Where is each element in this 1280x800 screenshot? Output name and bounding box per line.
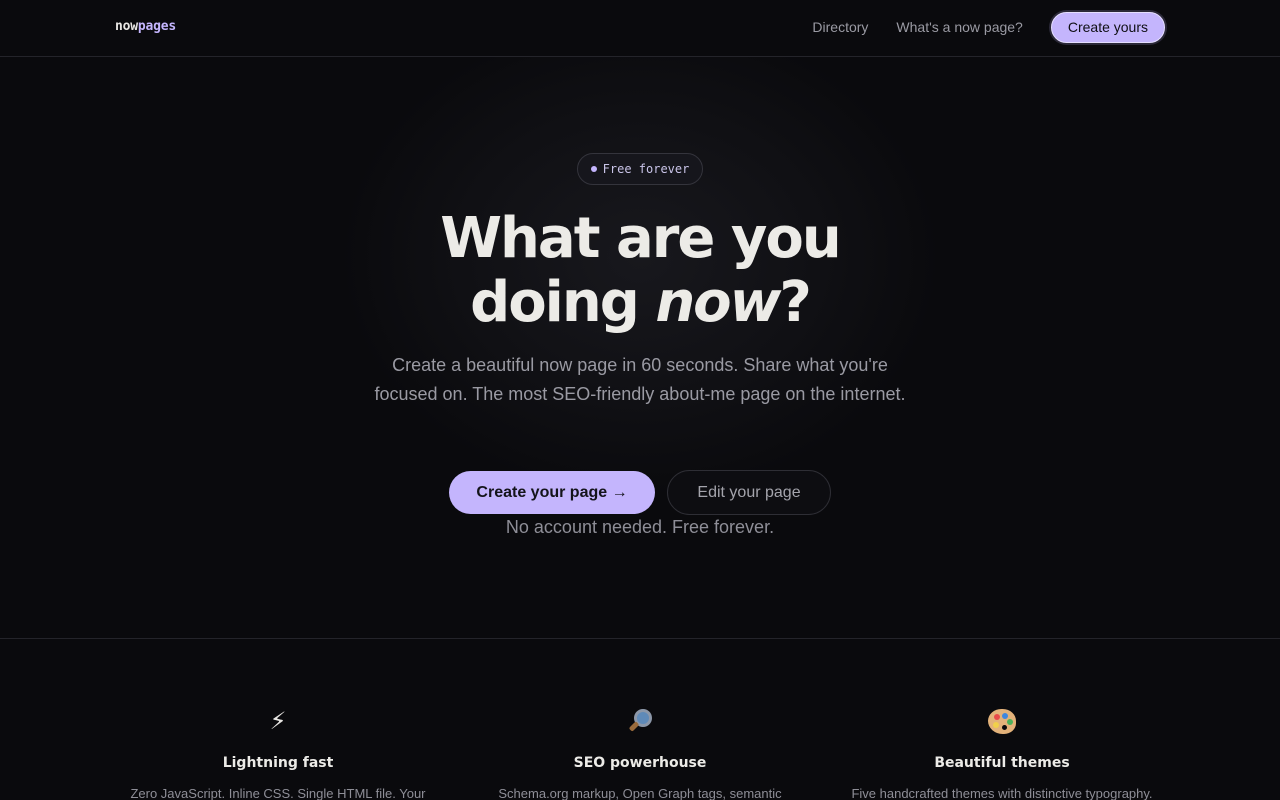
headline-emphasis: now xyxy=(655,270,781,335)
headline-line-1: What are you xyxy=(440,206,841,271)
hero-cta-row: Create your page → Edit your page xyxy=(449,470,831,515)
feature-description: Schema.org markup, Open Graph tags, sema… xyxy=(498,786,782,800)
feature-icon-wrapper: ⚡ xyxy=(108,707,448,737)
nav-link-whats-a-now-page[interactable]: What's a now page? xyxy=(896,12,1022,43)
feature-description: Zero JavaScript. Inline CSS. Single HTML… xyxy=(130,786,426,800)
create-yours-button[interactable]: Create yours xyxy=(1050,12,1165,43)
hero-section: Free forever What are you doing now? Cre… xyxy=(0,57,1280,639)
feature-title: Lightning fast xyxy=(222,755,334,771)
feature-icon-wrapper xyxy=(470,707,810,745)
main-nav: Directory What's a now page? Create your… xyxy=(812,12,1165,43)
headline-line-2-start: doing xyxy=(470,270,656,335)
free-forever-badge: Free forever xyxy=(577,153,703,185)
feature-title: Beautiful themes xyxy=(934,755,1070,771)
feature-icon-wrapper xyxy=(832,707,1172,743)
top-navigation-bar: nowpages Directory What's a now page? Cr… xyxy=(0,0,1280,57)
edit-your-page-button[interactable]: Edit your page xyxy=(667,470,831,515)
logo-text-now: now xyxy=(115,19,138,34)
badge-dot-icon xyxy=(590,166,597,172)
feature-title: SEO powerhouse xyxy=(573,755,707,771)
hero-note: No account needed. Free forever. xyxy=(505,517,775,537)
landing-page: nowpages Directory What's a now page? Cr… xyxy=(0,0,1280,800)
palette-icon xyxy=(988,709,1016,735)
lightning-bolt-icon: ⚡ xyxy=(269,708,287,735)
feature-description: Five handcrafted themes with distinctive… xyxy=(851,786,1153,800)
logo-text-pages: pages xyxy=(137,19,177,34)
nav-link-directory[interactable]: Directory xyxy=(812,12,868,43)
hero-headline: What are you doing now? xyxy=(0,207,1280,335)
magnifying-glass-icon xyxy=(625,707,655,737)
headline-line-2-end: ? xyxy=(779,270,812,335)
badge-label: Free forever xyxy=(602,162,690,176)
features-section: ⚡ Lightning fast Zero JavaScript. Inline… xyxy=(0,639,1280,800)
hero-subtext: Create a beautiful now page in 60 second… xyxy=(374,355,906,404)
site-logo[interactable]: nowpages xyxy=(115,19,176,34)
create-your-page-button[interactable]: Create your page → xyxy=(449,471,655,514)
